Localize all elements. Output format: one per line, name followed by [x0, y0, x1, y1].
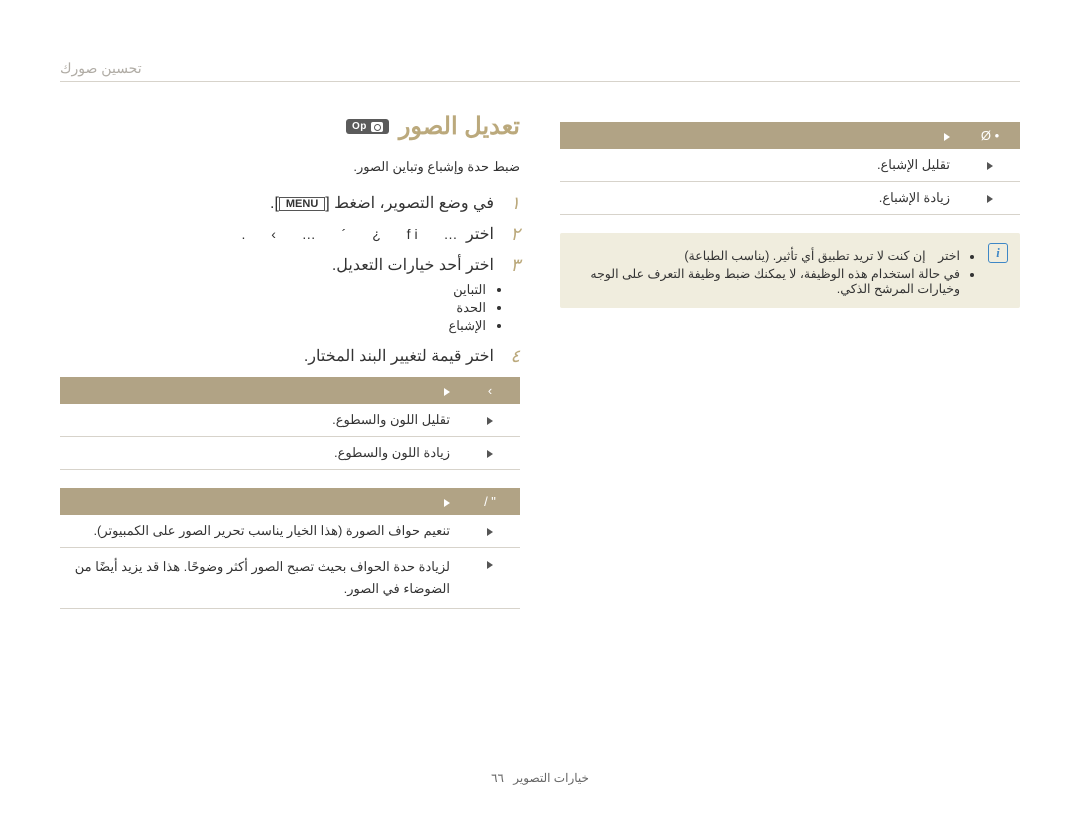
step-number: ١	[504, 193, 520, 214]
info-icon: i	[988, 243, 1008, 263]
table-cell-desc: تقليل اللون والسطوع.	[60, 404, 460, 437]
table-cell-icon	[460, 404, 520, 437]
table-header-desc	[560, 122, 960, 149]
mode-badge-text: Op	[352, 121, 367, 132]
step-number: ٤	[504, 346, 520, 367]
step-1-post: .	[270, 195, 274, 212]
note-item: اختر إن كنت لا تريد تطبيق أي تأثير. (ينا…	[572, 245, 960, 264]
footer-label: خيارات التصوير	[513, 771, 589, 785]
table-cell-desc: لزيادة حدة الحواف بحيث تصبح الصور أكثر و…	[60, 548, 460, 609]
heading-row: تعديل الصور Op	[60, 112, 520, 141]
step-3: ٣ اختر أحد خيارات التعديل.	[60, 255, 520, 276]
side-column: • Ø تقليل الإشباع. زيادة الإشباع. i	[560, 112, 1020, 627]
step-1-pre: في وضع التصوير، اضغط	[334, 195, 494, 212]
step-number: ٣	[504, 255, 520, 276]
table-header-icon: " /	[460, 488, 520, 515]
arrow-icon	[987, 195, 993, 203]
step-number: ٢	[504, 224, 520, 245]
arrow-icon	[944, 133, 950, 141]
step-text: اختر قيمة لتغيير البند المختار.	[60, 346, 494, 366]
table-cell-icon	[960, 149, 1020, 182]
step-text: اختر أحد خيارات التعديل.	[60, 255, 494, 275]
list-item: التباين	[60, 282, 486, 298]
section-heading: تعديل الصور	[399, 112, 520, 141]
adjust-options-list: التباين الحدة الإشباع	[60, 282, 520, 334]
step-text: اختر … fi ¿ ´ … › .	[60, 224, 494, 244]
table-header-desc	[60, 377, 460, 404]
arrow-icon	[487, 528, 493, 536]
breadcrumb: تحسين صورك	[60, 60, 1020, 82]
saturation-table: • Ø تقليل الإشباع. زيادة الإشباع.	[560, 122, 1020, 215]
main-column: تعديل الصور Op ضبط حدة وإشباع وتباين الص…	[60, 112, 520, 627]
table-cell-icon	[460, 437, 520, 470]
page-number: ٦٦	[491, 771, 504, 785]
note-item: في حالة استخدام هذه الوظيفة، لا يمكنك ضب…	[572, 266, 960, 296]
step-text: في وضع التصوير، اضغط [MENU].	[60, 193, 494, 213]
page-footer: خيارات التصوير ٦٦	[60, 771, 1020, 785]
note-list: اختر إن كنت لا تريد تطبيق أي تأثير. (ينا…	[572, 243, 978, 298]
content-columns: تعديل الصور Op ضبط حدة وإشباع وتباين الص…	[60, 112, 1020, 627]
section-subtitle: ضبط حدة وإشباع وتباين الصور.	[60, 159, 520, 175]
arrow-icon	[444, 388, 450, 396]
step-2-glyphs: … fi ¿ ´ … › .	[241, 226, 461, 242]
table-row: زيادة اللون والسطوع.	[60, 437, 520, 470]
step-2-pre: اختر	[466, 226, 494, 243]
list-item: الحدة	[60, 300, 486, 316]
note-box: i اختر إن كنت لا تريد تطبيق أي تأثير. (ي…	[560, 233, 1020, 308]
arrow-icon	[987, 162, 993, 170]
table-cell-icon	[960, 182, 1020, 215]
arrow-icon	[487, 561, 493, 569]
table-row: لزيادة حدة الحواف بحيث تصبح الصور أكثر و…	[60, 548, 520, 609]
table-cell-desc: تنعيم حواف الصورة (هذا الخيار يناسب تحري…	[60, 515, 460, 548]
table-header-icon: • Ø	[960, 122, 1020, 149]
contrast-table: › تقليل اللون والسطوع. زيادة اللون والسط…	[60, 377, 520, 470]
table-row: تقليل الإشباع.	[560, 149, 1020, 182]
arrow-icon	[487, 417, 493, 425]
table-cell-desc: زيادة الإشباع.	[560, 182, 960, 215]
document-page: تحسين صورك تعديل الصور Op ضبط حدة وإشباع…	[60, 60, 1020, 815]
table-cell-icon	[460, 548, 520, 609]
list-item: الإشباع	[60, 318, 486, 334]
menu-key-icon: MENU	[279, 197, 325, 211]
step-2: ٢ اختر … fi ¿ ´ … › .	[60, 224, 520, 245]
table-cell-icon	[460, 515, 520, 548]
table-header-desc	[60, 488, 460, 515]
arrow-icon	[444, 499, 450, 507]
table-header-icon: ›	[460, 377, 520, 404]
table-row: تنعيم حواف الصورة (هذا الخيار يناسب تحري…	[60, 515, 520, 548]
table-row: تقليل اللون والسطوع.	[60, 404, 520, 437]
table-cell-desc: زيادة اللون والسطوع.	[60, 437, 460, 470]
step-1: ١ في وضع التصوير، اضغط [MENU].	[60, 193, 520, 214]
mode-badge: Op	[346, 119, 389, 134]
table-cell-desc: تقليل الإشباع.	[560, 149, 960, 182]
step-4: ٤ اختر قيمة لتغيير البند المختار.	[60, 346, 520, 367]
arrow-icon	[487, 450, 493, 458]
sharpness-table: " / تنعيم حواف الصورة (هذا الخيار يناسب …	[60, 488, 520, 609]
camera-icon	[371, 122, 383, 132]
table-row: زيادة الإشباع.	[560, 182, 1020, 215]
